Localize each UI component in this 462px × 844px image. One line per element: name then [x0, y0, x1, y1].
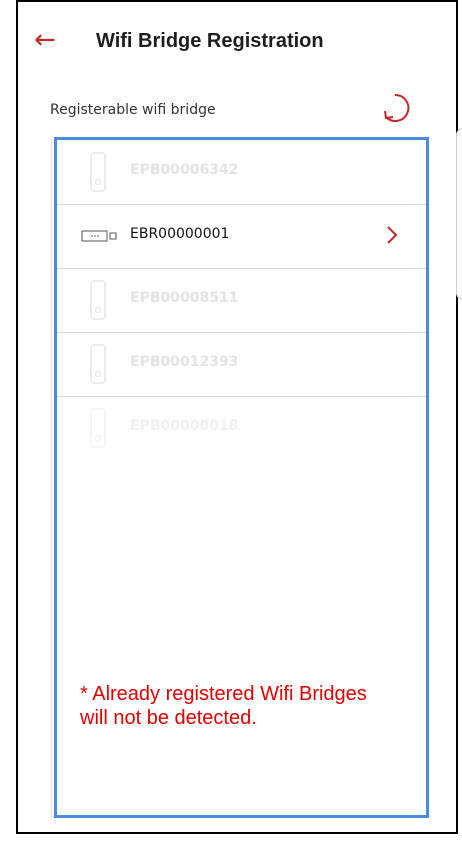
- device-id: EPB00012393: [130, 354, 239, 370]
- chevron-right-icon: [387, 226, 398, 244]
- back-button[interactable]: ←: [34, 26, 62, 54]
- plug-device-icon: [90, 280, 106, 320]
- scroll-edge: [456, 128, 462, 300]
- device-row-EPB00012393[interactable]: EPB00012393: [57, 332, 427, 397]
- page-title: Wifi Bridge Registration: [96, 30, 324, 52]
- section-label: Registerable wifi bridge: [50, 102, 216, 118]
- plug-device-icon: [90, 408, 106, 448]
- device-id: EBR00000001: [130, 226, 230, 242]
- refresh-button[interactable]: [378, 91, 412, 125]
- arrow-left-icon: ←: [34, 25, 56, 55]
- refresh-icon: [384, 93, 410, 122]
- device-id: EPB00006342: [130, 162, 239, 178]
- device-id: EPB00000018: [130, 418, 239, 434]
- device-row-EPB00008511[interactable]: EPB00008511: [57, 268, 427, 333]
- wifi-bridge-icon: [81, 230, 117, 242]
- plug-device-icon: [90, 344, 106, 384]
- device-id: EPB00008511: [130, 290, 239, 306]
- plug-device-icon: [90, 152, 106, 192]
- device-row-EBR00000001[interactable]: EBR00000001: [57, 204, 427, 269]
- device-row-EPB00006342[interactable]: EPB00006342: [57, 140, 427, 205]
- device-row-EPB00000018[interactable]: EPB00000018: [57, 396, 427, 460]
- detection-notice: * Already registered Wifi Bridges will n…: [80, 683, 367, 729]
